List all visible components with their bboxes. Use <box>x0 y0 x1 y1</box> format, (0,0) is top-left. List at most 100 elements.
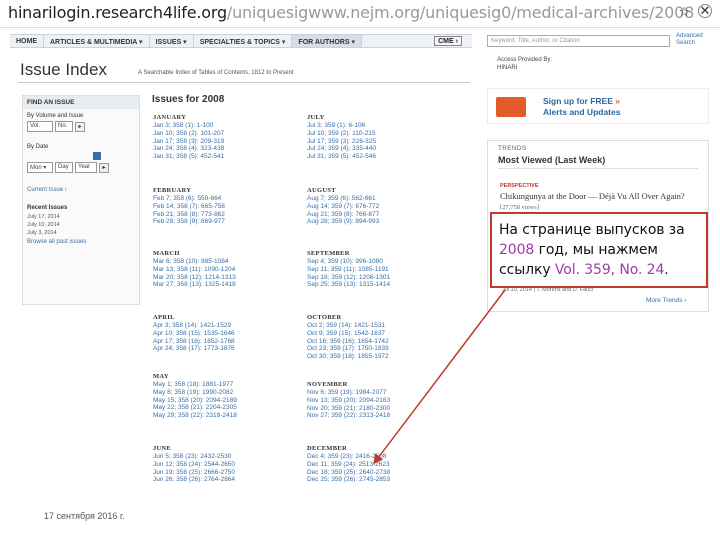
issue-link[interactable]: May 22; 358 (21): 2204-2305 <box>153 404 293 412</box>
trend-article-title[interactable]: Chikungunya at the Door — Déjà Vu All Ov… <box>500 191 685 201</box>
issue-link[interactable]: Sep 25; 359 (13): 1315-1414 <box>307 281 447 289</box>
month-name: SEPTEMBER <box>307 250 350 257</box>
issue-link[interactable]: Mar 27; 358 (13): 1325-1418 <box>153 281 293 289</box>
issue-link[interactable]: Feb 28; 358 (9): 869-977 <box>153 218 293 226</box>
issue-link[interactable]: Dec 18; 359 (25): 2640-2738 <box>307 469 447 477</box>
star-icon[interactable]: ☆ <box>678 4 690 20</box>
cme-button[interactable]: CME › <box>434 36 462 46</box>
issue-link[interactable]: Aug 7; 359 (6): 562-661 <box>307 195 447 203</box>
trend-article-link[interactable]: Chikungunya at the Door — Déjà Vu All Ov… <box>500 191 695 213</box>
issue-link[interactable]: Mar 20; 358 (12): 1214-1313 <box>153 274 293 282</box>
month-block: JUNE Jun 5; 358 (23): 2432-2530 Jun 12; 35… <box>153 444 293 484</box>
issue-link[interactable]: Feb 14; 358 (7): 665-758 <box>153 203 293 211</box>
issue-link[interactable]: May 29; 358 (22): 2318-2418 <box>153 412 293 420</box>
issue-link[interactable]: Jun 19; 358 (25): 2666-2750 <box>153 469 293 477</box>
volume-go-button[interactable]: ▸ <box>75 121 85 132</box>
recent-issue-2[interactable]: July 10, 2014 <box>23 221 139 229</box>
issue-link[interactable]: Jun 5; 358 (23): 2432-2530 <box>153 453 293 461</box>
search-input[interactable]: Keyword, Title, Author, or Citation <box>487 35 670 47</box>
issue-link[interactable]: Oct 23; 359 (17): 1750-1839 <box>307 345 447 353</box>
issue-link[interactable]: Jul 24; 359 (4): 335-440 <box>307 145 447 153</box>
issue-link[interactable]: May 15; 358 (20): 2094-2189 <box>153 397 293 405</box>
issue-link[interactable]: Oct 2; 359 (14): 1421-1531 <box>307 322 447 330</box>
nav-issues[interactable]: ISSUES ▾ <box>150 35 194 47</box>
browse-all-issues-link[interactable]: Browse all past issues <box>23 237 139 247</box>
find-issue-panel: FIND AN ISSUE By Volume and Issue Vol. N… <box>22 95 140 305</box>
month-block: DECEMBER Dec 4; 359 (23): 2416-2508 Dec 11… <box>307 444 447 484</box>
recent-issue-3[interactable]: July 3, 2014 <box>23 229 139 237</box>
nav-for-authors[interactable]: FOR AUTHORS ▾ <box>292 35 362 47</box>
date-go-button[interactable]: ▸ <box>99 162 109 173</box>
month-name: JUNE <box>153 445 172 452</box>
issue-link[interactable]: Aug 21; 359 (8): 766-877 <box>307 211 447 219</box>
issue-link[interactable]: Mar 6; 358 (10): 985-1084 <box>153 258 293 266</box>
issue-link[interactable]: Nov 13; 359 (20): 2094-2163 <box>307 397 447 405</box>
issue-link[interactable]: Nov 6; 359 (19): 1984-2077 <box>307 389 447 397</box>
issue-link[interactable]: Feb 7; 358 (6): 550-664 <box>153 195 293 203</box>
issue-link[interactable]: May 1; 358 (18): 1881-1977 <box>153 381 293 389</box>
issue-link[interactable]: Jun 26; 358 (26): 2764-2864 <box>153 476 293 484</box>
day-input[interactable]: Day <box>55 162 73 173</box>
recent-issue-1[interactable]: July 17, 2014 <box>23 213 139 221</box>
issue-link[interactable]: Jul 31; 359 (5): 452-546 <box>307 153 447 161</box>
issue-link[interactable]: Jan 10; 358 (2): 101-207 <box>153 130 293 138</box>
year-input[interactable]: Year <box>75 162 97 173</box>
issue-link[interactable]: Dec 11; 359 (24): 2513-2623 <box>307 461 447 469</box>
month-block: MARCH Mar 6; 358 (10): 985-1084 Mar 13; 35… <box>153 249 293 289</box>
volume-input[interactable]: Vol. <box>27 121 53 132</box>
month-select[interactable]: Mon ▾ <box>27 162 53 173</box>
signup-text[interactable]: Sign up for FREE » Alerts and Updates <box>543 96 620 118</box>
issue-link[interactable]: Jun 12; 358 (24): 2544-2650 <box>153 461 293 469</box>
issue-link[interactable]: May 8; 358 (19): 1990-2082 <box>153 389 293 397</box>
url-text[interactable]: hinarilogin.research4life.org/uniquesigw… <box>8 3 694 22</box>
signup-line2: Alerts and Updates <box>543 107 621 117</box>
issue-link[interactable]: Sep 11; 359 (11): 1085-1191 <box>307 266 447 274</box>
signup-banner[interactable]: Sign up for FREE » Alerts and Updates <box>487 88 709 124</box>
trends-label: TRENDS <box>498 145 527 152</box>
slide-date: 17 сентября 2016 г. <box>44 511 125 521</box>
more-trends-link[interactable]: More Trends › <box>646 297 686 304</box>
issue-link[interactable]: Apr 17; 358 (16): 1652-1768 <box>153 338 293 346</box>
callout-part1: На странице выпусков за <box>499 222 685 238</box>
issue-link[interactable]: Mar 13; 358 (11): 1090-1204 <box>153 266 293 274</box>
issue-number-input[interactable]: No. <box>55 121 73 132</box>
issue-link[interactable]: Dec 25; 359 (26): 2745-2853 <box>307 476 447 484</box>
trend-views: [27,758 views] <box>500 204 539 211</box>
issue-link[interactable]: Jan 31; 358 (5): 452-541 <box>153 153 293 161</box>
calendar-icon[interactable] <box>93 152 101 160</box>
month-name: DECEMBER <box>307 445 347 452</box>
issue-link[interactable]: Jan 24; 358 (4): 323-438 <box>153 145 293 153</box>
issue-link[interactable]: Aug 28; 359 (9): 894-993 <box>307 218 447 226</box>
issue-link[interactable]: Oct 30; 359 (18): 1855-1972 <box>307 353 447 361</box>
issue-link[interactable]: Oct 9; 359 (15): 1542-1637 <box>307 330 447 338</box>
nav-articles-multimedia[interactable]: ARTICLES & MULTIMEDIA ▾ <box>44 35 150 47</box>
issue-link[interactable]: Jul 3; 359 (1): 6-106 <box>307 122 447 130</box>
issue-link[interactable]: Sep 4; 359 (10): 996-1080 <box>307 258 447 266</box>
close-icon[interactable]: ✕ <box>698 4 712 18</box>
issue-link[interactable]: Oct 16; 359 (16): 1654-1742 <box>307 338 447 346</box>
current-issue-link[interactable]: Current Issue › <box>23 173 139 195</box>
issue-link[interactable]: Aug 14; 359 (7): 676-772 <box>307 203 447 211</box>
advanced-search-link[interactable]: Advanced Search <box>676 33 720 47</box>
issue-link[interactable]: Feb 21; 358 (8): 773-862 <box>153 211 293 219</box>
nav-home[interactable]: HOME <box>10 35 44 47</box>
access-provider-name: HINARI <box>497 65 518 71</box>
issue-link[interactable]: Jul 17; 359 (3): 226-325 <box>307 138 447 146</box>
issue-link[interactable]: Sep 18; 359 (12): 1206-1301 <box>307 274 447 282</box>
trends-title: Most Viewed (Last Week) <box>498 155 606 165</box>
header-divider <box>18 82 470 83</box>
issue-link[interactable]: Jan 3; 358 (1): 1-100 <box>153 122 293 130</box>
browser-url-bar[interactable]: hinarilogin.research4life.org/uniquesigw… <box>0 0 720 28</box>
issue-link[interactable]: Apr 3; 358 (14): 1421-1529 <box>153 322 293 330</box>
issue-link[interactable]: Jan 17; 358 (3): 209-319 <box>153 138 293 146</box>
issue-link[interactable]: Apr 24; 358 (17): 1773-1876 <box>153 345 293 353</box>
by-volume-label: By Volume and Issue <box>27 113 84 119</box>
issue-link[interactable]: Apr 10; 358 (15): 1535-1646 <box>153 330 293 338</box>
month-name: JULY <box>307 114 325 121</box>
issue-link[interactable]: Nov 20; 359 (21): 2180-2300 <box>307 405 447 413</box>
nav-specialties-topics[interactable]: SPECIALTIES & TOPICS ▾ <box>194 35 293 47</box>
issue-link[interactable]: Nov 27; 359 (22): 2313-2418 <box>307 412 447 420</box>
month-block: APRIL Apr 3; 358 (14): 1421-1529 Apr 10; 3… <box>153 313 293 353</box>
issue-link[interactable]: Dec 4; 359 (23): 2416-2508 <box>307 453 447 461</box>
issue-link[interactable]: Jul 10; 359 (2): 110-215 <box>307 130 447 138</box>
